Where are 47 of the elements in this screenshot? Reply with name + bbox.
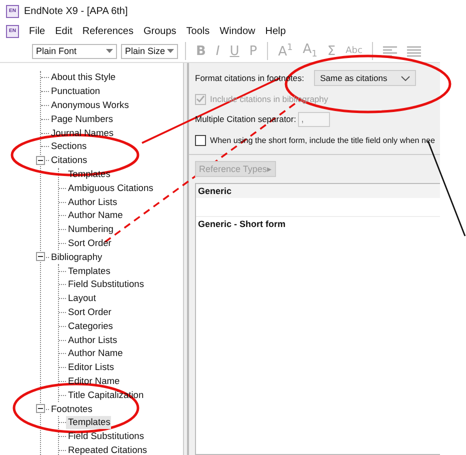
align-left-icon[interactable]	[383, 46, 398, 56]
window-title: EndNote X9 - [APA 6th]	[24, 6, 128, 16]
tree-item[interactable]: Author Name	[66, 209, 124, 222]
tree-item[interactable]: Anonymous Works	[49, 98, 130, 112]
field-label: Multiple Citation separator:	[195, 114, 296, 124]
menu-item[interactable]: Tools	[186, 26, 210, 36]
checkbox[interactable]	[195, 134, 206, 146]
tree-item[interactable]: Author Name	[66, 347, 124, 360]
menu-item[interactable]: File	[29, 26, 46, 36]
tree-item[interactable]: Field Substitutions	[66, 278, 145, 292]
tree-item[interactable]: Ambiguous Citations	[66, 182, 154, 195]
collapse-toggle-icon[interactable]	[36, 156, 45, 165]
format-dropdown[interactable]: Same as citations	[314, 70, 416, 86]
tree-item[interactable]: Templates	[66, 416, 112, 430]
tree-item[interactable]: Field Substitutions	[66, 430, 145, 444]
tree-item[interactable]: Layout	[66, 292, 97, 306]
collapse-toggle-icon[interactable]	[36, 252, 45, 262]
menu-item[interactable]: References	[82, 26, 134, 36]
tree-item[interactable]: Numbering	[66, 223, 114, 236]
menu-item[interactable]: Groups	[144, 26, 176, 36]
tree-item[interactable]: Templates	[66, 264, 112, 278]
tree-item[interactable]: Page Numbers	[49, 112, 114, 126]
short-form-checkbox[interactable]: When using the short form, include the title field only when nee	[195, 132, 440, 148]
dropdown-arrow-icon	[106, 49, 113, 53]
tree-item[interactable]: Author Lists	[66, 196, 118, 209]
menu-item[interactable]: Window	[220, 26, 256, 36]
tree-item[interactable]: Categories	[66, 320, 114, 333]
font-dropdown[interactable]: Plain Font	[32, 44, 117, 58]
tree-item[interactable]: Citations	[49, 154, 88, 168]
chevron-down-icon	[401, 76, 410, 80]
dropdown-arrow-icon	[167, 49, 174, 53]
tree-item[interactable]: Sort Order	[66, 236, 112, 250]
tree-item[interactable]: Sort Order	[66, 306, 112, 319]
size-dropdown[interactable]: Plain Size	[121, 44, 178, 58]
tree-item[interactable]: Editor Lists	[66, 361, 115, 374]
tree-item[interactable]: Sections	[49, 140, 88, 154]
tree-item[interactable]: Bibliography	[49, 250, 104, 264]
tree-item[interactable]: About this Style	[49, 71, 117, 84]
menu-item[interactable]: Edit	[55, 26, 72, 36]
section-heading: Generic	[196, 184, 440, 198]
tree-item[interactable]: Author Lists	[66, 334, 118, 347]
menu-item[interactable]: Help	[265, 26, 286, 36]
tree-item[interactable]: Punctuation	[49, 85, 102, 98]
tree-item[interactable]: Templates	[66, 168, 112, 181]
tree-item[interactable]: Repeated Citations	[66, 444, 148, 455]
collapse-toggle-icon[interactable]	[36, 404, 45, 414]
tree-item[interactable]: Footnotes	[49, 402, 94, 416]
